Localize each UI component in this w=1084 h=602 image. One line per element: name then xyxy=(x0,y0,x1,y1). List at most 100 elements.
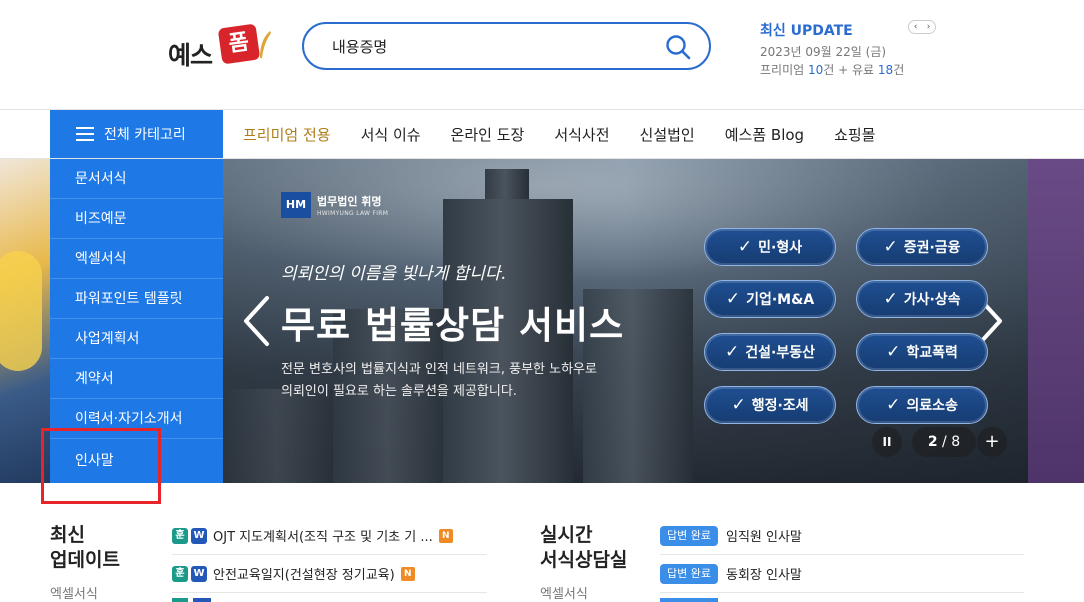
check-icon: ✓ xyxy=(731,395,746,415)
pill-family-inheritance[interactable]: ✓ 가사·상속 xyxy=(856,280,988,318)
list-item-stub xyxy=(660,598,718,602)
search-bar xyxy=(302,22,711,70)
pill-securities-finance[interactable]: ✓ 증권·금융 xyxy=(856,228,988,266)
search-input[interactable] xyxy=(332,34,652,58)
pause-button[interactable]: II xyxy=(872,427,902,457)
list-item-stub xyxy=(172,598,188,602)
count-unit-1: 건 + 유료 xyxy=(823,63,875,77)
pill-label: 행정·조세 xyxy=(751,398,809,414)
pill-label: 학교폭력 xyxy=(906,345,958,361)
nav-blog[interactable]: 예스폼 Blog xyxy=(725,124,804,145)
check-icon: ✓ xyxy=(725,342,740,362)
law-firm-mark: HM xyxy=(281,192,311,218)
check-icon: ✓ xyxy=(886,395,901,415)
next-slide-peek xyxy=(1028,159,1084,483)
slide-separator: / xyxy=(937,434,952,450)
nav-new-corporation[interactable]: 신설법인 xyxy=(640,124,695,145)
pill-label: 증권·금융 xyxy=(903,240,961,256)
list-item[interactable]: 답변 완료 임직원 인사말 xyxy=(660,517,1024,555)
nav-shopping-mall[interactable]: 쇼핑몰 xyxy=(834,124,875,145)
title-line: 실시간 xyxy=(540,524,593,546)
more-slides-button[interactable]: + xyxy=(977,427,1007,457)
hero-banner[interactable]: HM 법무법인 휘명 HWIMYUNG LAW FIRM 의뢰인의 이름을 빛나… xyxy=(223,159,1028,483)
logo-text: 예스 xyxy=(168,41,213,70)
law-firm-name-en: HWIMYUNG LAW FIRM xyxy=(317,210,389,217)
new-badge: N xyxy=(400,566,415,581)
list-item-title[interactable]: 동회장 인사말 xyxy=(726,564,802,583)
title-line: 업데이트 xyxy=(50,549,120,571)
all-categories-button[interactable]: 전체 카테고리 xyxy=(50,110,223,158)
word-icon: W xyxy=(191,527,207,544)
nav-online-stamp[interactable]: 온라인 도장 xyxy=(451,124,525,145)
word-icon: W xyxy=(191,565,207,582)
paid-count: 18 xyxy=(877,63,894,77)
consult-category-label[interactable]: 엑셀서식 xyxy=(540,583,588,602)
chevron-left-icon[interactable] xyxy=(241,295,271,347)
check-icon: ✓ xyxy=(883,237,898,257)
check-icon: ✓ xyxy=(725,289,741,309)
sidebar-item-business-plan[interactable]: 사업계획서 xyxy=(50,319,223,359)
banner-desc-line: 의뢰인이 필요로 하는 솔루션을 제공합니다. xyxy=(281,384,517,399)
quill-icon xyxy=(260,31,271,58)
update-panel: 최신 UPDATE 2023년 09월 22일 (금) 프리미엄 10건 + 유… xyxy=(760,18,940,78)
list-item-title[interactable]: OJT 지도계획서(조직 구조 및 기초 기 ... xyxy=(213,526,433,545)
prev-update-button[interactable]: ‹ xyxy=(914,22,918,32)
next-update-button[interactable]: › xyxy=(927,22,931,32)
hun-badge: 훈 xyxy=(172,565,188,582)
pill-construction-realestate[interactable]: ✓ 건설·부동산 xyxy=(704,333,836,371)
slide-current: 2 xyxy=(927,434,938,450)
update-counts: 프리미엄 10건 + 유료 18건 xyxy=(760,61,940,78)
premium-label: 프리미엄 xyxy=(760,63,805,77)
search-icon[interactable] xyxy=(665,34,691,60)
pill-label: 의료소송 xyxy=(906,398,958,414)
banner-headline: 무료 법률상담 서비스 xyxy=(281,304,625,347)
law-firm-name: 법무법인 휘명 xyxy=(317,195,382,208)
nav-form-dictionary[interactable]: 서식사전 xyxy=(554,124,609,145)
nav-premium[interactable]: 프리미엄 전용 xyxy=(243,124,331,145)
hun-badge: 훈 xyxy=(172,527,188,544)
banner-desc-line: 전문 변호사의 법률지식과 인적 네트워크, 풍부한 노하우로 xyxy=(281,362,597,377)
list-item[interactable]: 훈 W 안전교육일지(건설현장 정기교육) N xyxy=(172,555,487,593)
latest-category-label[interactable]: 엑셀서식 xyxy=(50,583,98,602)
count-unit-2: 건 xyxy=(893,63,905,77)
pill-label: 기업·M&A xyxy=(746,292,815,308)
sidebar-item-documents[interactable]: 문서서식 xyxy=(50,159,223,199)
pill-admin-tax[interactable]: ✓ 행정·조세 xyxy=(704,386,836,424)
list-item-title[interactable]: 임직원 인사말 xyxy=(726,526,802,545)
sidebar-item-powerpoint[interactable]: 파워포인트 템플릿 xyxy=(50,279,223,319)
answered-badge: 답변 완료 xyxy=(660,563,718,584)
latest-updates-title: 최신 업데이트 xyxy=(50,523,120,573)
yesform-logo[interactable]: 예스 폼 xyxy=(168,22,278,74)
sidebar-item-excel[interactable]: 엑셀서식 xyxy=(50,239,223,279)
slide-counter: 2 / 8 xyxy=(912,427,976,457)
slide-total: 8 xyxy=(951,434,961,450)
banner-slogan: 의뢰인의 이름을 빛나게 합니다. xyxy=(281,264,506,284)
sidebar-item-contracts[interactable]: 계약서 xyxy=(50,359,223,399)
title-line: 최신 xyxy=(50,524,85,546)
pill-school-violence[interactable]: ✓ 학교폭력 xyxy=(856,333,988,371)
live-consult-title: 실시간 서식상담실 xyxy=(540,523,627,573)
nav-form-issue[interactable]: 서식 이슈 xyxy=(361,124,421,145)
pill-civil-criminal[interactable]: ✓ 민·형사 xyxy=(704,228,836,266)
banner-description: 전문 변호사의 법률지식과 인적 네트워크, 풍부한 노하우로 의뢰인이 필요로… xyxy=(281,359,661,403)
law-firm-logo: HM 법무법인 휘명 HWIMYUNG LAW FIRM xyxy=(281,192,388,218)
list-item-stub xyxy=(193,598,211,602)
check-icon: ✓ xyxy=(883,289,898,309)
check-icon: ✓ xyxy=(886,342,901,362)
update-date: 2023년 09월 22일 (금) xyxy=(760,45,887,59)
answered-badge: 답변 완료 xyxy=(660,525,718,546)
hamburger-icon xyxy=(76,127,94,141)
pill-label: 건설·부동산 xyxy=(745,345,815,361)
list-item[interactable]: 훈 W OJT 지도계획서(조직 구조 및 기초 기 ... N xyxy=(172,517,487,555)
pill-corporate-ma[interactable]: ✓ 기업·M&A xyxy=(704,280,836,318)
page: 예스 폼 최신 UPDATE 2023년 09월 22일 (금) 프리미엄 10… xyxy=(0,0,1084,602)
title-line: 서식상담실 xyxy=(540,549,628,571)
highlight-box xyxy=(41,428,161,504)
list-item-title[interactable]: 안전교육일지(건설현장 정기교육) xyxy=(213,564,395,583)
list-item[interactable]: 답변 완료 동회장 인사말 xyxy=(660,555,1024,593)
pill-medical-litigation[interactable]: ✓ 의료소송 xyxy=(856,386,988,424)
sidebar-item-biz-examples[interactable]: 비즈예문 xyxy=(50,199,223,239)
main-nav: 프리미엄 전용 서식 이슈 온라인 도장 서식사전 신설법인 예스폼 Blog … xyxy=(243,110,905,158)
check-icon: ✓ xyxy=(737,237,753,257)
pill-label: 민·형사 xyxy=(758,240,803,256)
